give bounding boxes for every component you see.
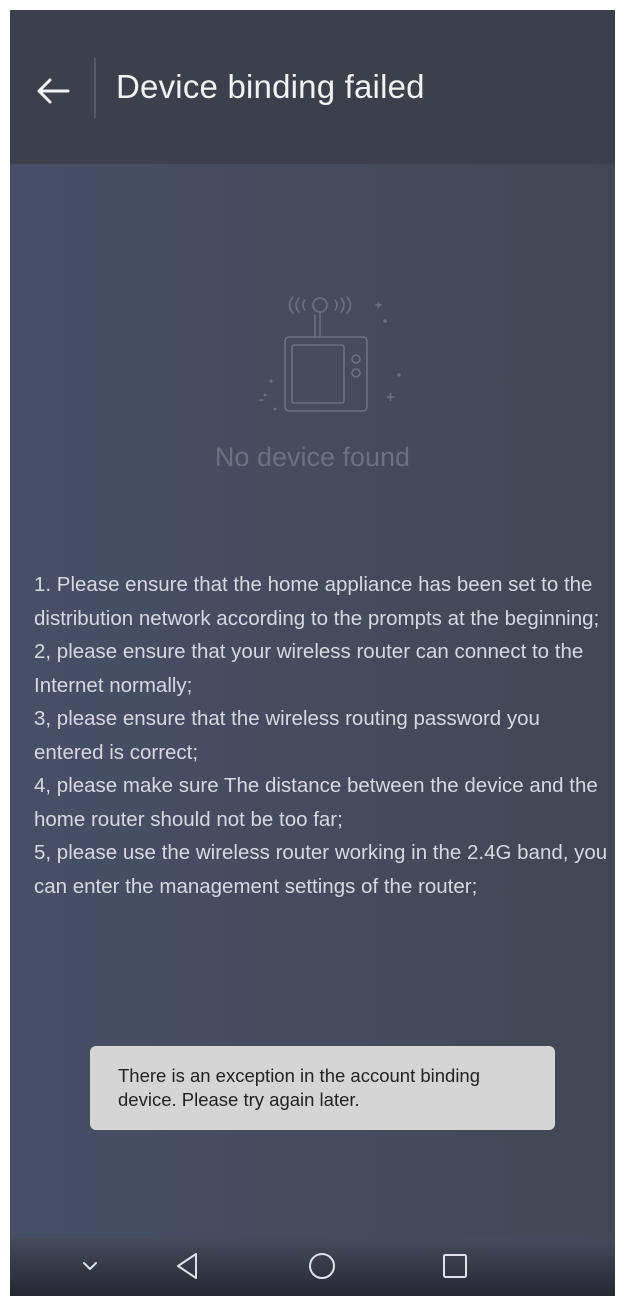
empty-state-message: No device found xyxy=(214,442,411,472)
app-screen: Device binding failed No device found 1.… xyxy=(10,10,615,1296)
toast-message: There is an exception in the account bin… xyxy=(118,1065,481,1110)
home-circle-icon xyxy=(309,1253,335,1279)
arrow-left-icon xyxy=(37,78,70,104)
recents-square-icon xyxy=(443,1254,467,1278)
page-title: Device binding failed xyxy=(116,68,425,105)
tip-item: 2, please ensure that your wireless rout… xyxy=(34,640,584,697)
system-navigation-bar xyxy=(10,1238,615,1296)
nav-back-button[interactable] xyxy=(170,1248,206,1284)
tip-item: 5, please use the wireless router workin… xyxy=(34,841,608,898)
back-triangle-icon xyxy=(177,1253,197,1279)
error-toast: There is an exception in the account bin… xyxy=(90,1046,555,1130)
header-divider xyxy=(94,58,96,118)
nav-home-button[interactable] xyxy=(304,1248,340,1284)
collapse-nav-button[interactable] xyxy=(74,1248,106,1284)
chevron-down-icon xyxy=(83,1262,97,1270)
app-header: Device binding failed xyxy=(10,10,615,164)
tip-item: 1. Please ensure that the home appliance… xyxy=(34,573,600,630)
tv-antenna-icon xyxy=(235,285,405,430)
tip-item: 4, please make sure The distance between… xyxy=(34,774,598,831)
back-button[interactable] xyxy=(28,66,78,116)
nav-recents-button[interactable] xyxy=(437,1248,473,1284)
tip-item: 3, please ensure that the wireless routi… xyxy=(34,707,540,764)
troubleshooting-tips: 1. Please ensure that the home appliance… xyxy=(34,568,610,903)
